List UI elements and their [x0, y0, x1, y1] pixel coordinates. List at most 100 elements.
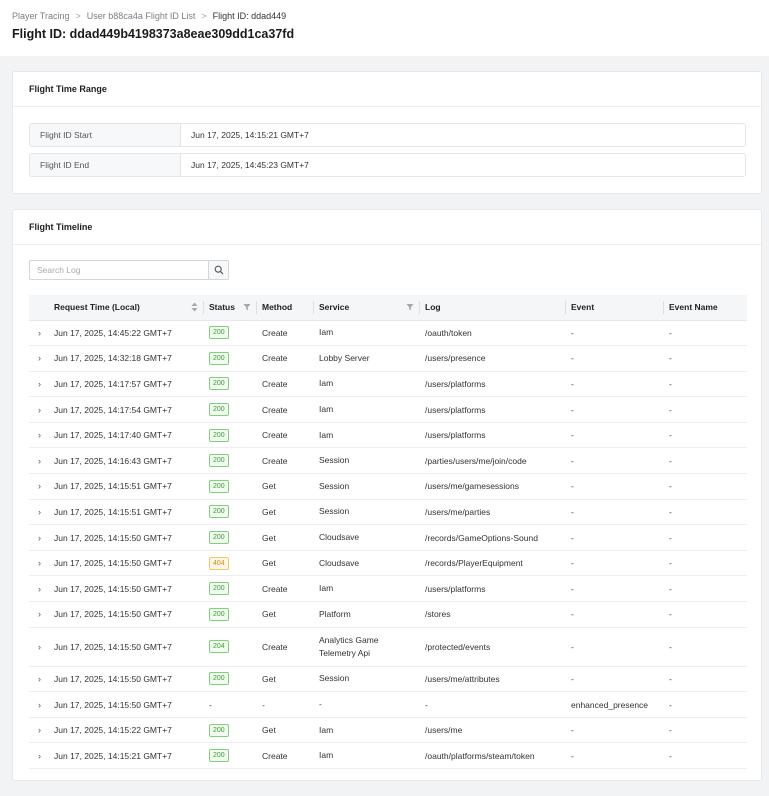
flight-time-range-title: Flight Time Range — [13, 72, 761, 107]
service-cell: Session — [314, 447, 420, 475]
expand-row-chevron-icon[interactable]: › — [34, 558, 41, 568]
status-badge: 200 — [209, 582, 229, 596]
breadcrumb: Player Tracing > User b88ca4a Flight ID Li… — [12, 11, 286, 21]
method-cell: Get — [257, 473, 314, 500]
request-time-cell: Jun 17, 2025, 14:16:43 GMT+7 — [49, 447, 204, 475]
event-cell: - — [566, 499, 664, 526]
search-input[interactable] — [29, 260, 209, 280]
table-row[interactable]: › Jun 17, 2025, 14:15:21 GMT+7 200 Create Ia… — [29, 742, 747, 769]
expand-row-chevron-icon[interactable]: › — [34, 642, 41, 652]
search-button[interactable] — [209, 260, 229, 280]
request-time-cell: Jun 17, 2025, 14:15:51 GMT+7 — [49, 499, 204, 526]
status-cell: 200 — [204, 473, 257, 500]
expand-row-chevron-icon[interactable]: › — [34, 405, 41, 415]
event-name-cell: - — [664, 499, 747, 526]
table-row[interactable]: › Jun 17, 2025, 14:16:43 GMT+7 200 Create Se… — [29, 447, 747, 475]
status-badge: 404 — [209, 556, 229, 570]
status-cell: 200 — [204, 666, 257, 693]
column-header-service[interactable]: Service — [314, 295, 420, 321]
search-icon — [214, 265, 223, 275]
request-time-cell: Jun 17, 2025, 14:15:50 GMT+7 — [49, 550, 204, 577]
method-cell: Create — [257, 422, 314, 449]
event-cell: - — [566, 666, 664, 693]
status-cell: 200 — [204, 447, 257, 475]
service-cell: Session — [314, 473, 420, 500]
table-header-row: Request Time (Local) Status Method Servi… — [29, 295, 747, 321]
status-cell: 200 — [204, 320, 257, 347]
event-cell: - — [566, 627, 664, 667]
table-row[interactable]: › Jun 17, 2025, 14:15:50 GMT+7 200 Create Ia… — [29, 575, 747, 603]
table-row[interactable]: › Jun 17, 2025, 14:15:50 GMT+7 200 Get Cloud… — [29, 524, 747, 551]
event-cell: - — [566, 422, 664, 449]
table-row[interactable]: › Jun 17, 2025, 14:32:18 GMT+7 200 Create Lo… — [29, 345, 747, 372]
expand-row-chevron-icon[interactable]: › — [34, 725, 41, 735]
request-time-cell: Jun 17, 2025, 14:32:18 GMT+7 — [49, 345, 204, 372]
status-badge: 200 — [209, 377, 229, 391]
table-row[interactable]: › Jun 17, 2025, 14:15:51 GMT+7 200 Get Sessi… — [29, 499, 747, 526]
status-badge: 200 — [209, 454, 229, 468]
status-cell: 200 — [204, 499, 257, 526]
table-row[interactable]: › Jun 17, 2025, 14:15:50 GMT+7 404 Get Cloud… — [29, 550, 747, 577]
breadcrumb-item-flight-id-list[interactable]: User b88ca4a Flight ID List — [87, 11, 196, 21]
column-header-label: Log — [425, 302, 441, 313]
column-header-request-time[interactable]: Request Time (Local) — [49, 295, 204, 321]
status-badge: 200 — [209, 607, 229, 621]
service-cell: Iam — [314, 422, 420, 449]
request-time-cell: Jun 17, 2025, 14:15:50 GMT+7 — [49, 627, 204, 667]
expand-row-chevron-icon[interactable]: › — [34, 430, 41, 440]
method-cell: Create — [257, 371, 314, 398]
request-time-cell: Jun 17, 2025, 14:15:50 GMT+7 — [49, 601, 204, 628]
event-name-cell: - — [664, 666, 747, 693]
method-cell: Create — [257, 742, 314, 769]
service-cell: Iam — [314, 742, 420, 769]
expand-row-chevron-icon[interactable]: › — [34, 353, 41, 363]
table-row[interactable]: › Jun 17, 2025, 14:15:51 GMT+7 200 Get Sessi… — [29, 473, 747, 500]
expand-row-chevron-icon[interactable]: › — [34, 533, 41, 543]
event-name-cell: - — [664, 422, 747, 449]
request-time-cell: Jun 17, 2025, 14:15:50 GMT+7 — [49, 575, 204, 603]
expand-row-chevron-icon[interactable]: › — [34, 751, 41, 761]
method-cell: Get — [257, 717, 314, 744]
table-row[interactable]: › Jun 17, 2025, 14:15:50 GMT+7- - - - enhance… — [29, 691, 747, 718]
service-cell: Lobby Server — [314, 345, 420, 372]
filter-icon[interactable] — [243, 303, 251, 311]
log-cell: /users/platforms — [420, 371, 566, 398]
expand-row-chevron-icon[interactable]: › — [34, 507, 41, 517]
status-badge: 204 — [209, 640, 229, 654]
status-cell: 200 — [204, 345, 257, 372]
log-cell: /users/me/gamesessions — [420, 473, 566, 500]
service-cell: Session — [314, 666, 420, 693]
log-cell: /oauth/token — [420, 320, 566, 347]
event-cell: - — [566, 575, 664, 603]
table-row[interactable]: › Jun 17, 2025, 14:15:50 GMT+7 200 Get Sessi… — [29, 666, 747, 693]
breadcrumb-item-player-tracing[interactable]: Player Tracing — [12, 11, 70, 21]
event-name-cell: - — [664, 524, 747, 551]
filter-icon[interactable] — [406, 303, 414, 311]
table-row[interactable]: › Jun 17, 2025, 14:17:57 GMT+7 200 Create Ia… — [29, 371, 747, 398]
table-row[interactable]: › Jun 17, 2025, 14:17:40 GMT+7 200 Create Ia… — [29, 422, 747, 449]
log-cell: /users/me — [420, 717, 566, 744]
expand-row-chevron-icon[interactable]: › — [34, 456, 41, 466]
table-row[interactable]: › Jun 17, 2025, 14:15:22 GMT+7 200 Get Iam/u… — [29, 717, 747, 744]
column-header-status[interactable]: Status — [204, 295, 257, 321]
column-header-label: Status — [209, 302, 235, 313]
table-row[interactable]: › Jun 17, 2025, 14:17:54 GMT+7 200 Create Ia… — [29, 396, 747, 423]
sort-icon[interactable] — [191, 302, 198, 312]
event-name-cell: - — [664, 691, 747, 718]
expand-row-chevron-icon[interactable]: › — [34, 584, 41, 594]
event-name-cell: - — [664, 742, 747, 769]
expand-row-chevron-icon[interactable]: › — [34, 674, 41, 684]
expand-row-chevron-icon[interactable]: › — [34, 379, 41, 389]
service-cell: Iam — [314, 717, 420, 744]
table-row[interactable]: › Jun 17, 2025, 14:15:50 GMT+7 204 Create An… — [29, 627, 747, 667]
request-time-cell: Jun 17, 2025, 14:15:50 GMT+7 — [49, 524, 204, 551]
expand-row-chevron-icon[interactable]: › — [34, 700, 41, 710]
expand-row-chevron-icon[interactable]: › — [34, 328, 41, 338]
table-row[interactable]: › Jun 17, 2025, 14:45:22 GMT+7 200 Create Ia… — [29, 320, 747, 347]
flight-time-range-card: Flight Time Range Flight ID Start Jun 17… — [12, 71, 762, 194]
expand-row-chevron-icon[interactable]: › — [34, 609, 41, 619]
status-cell: - — [204, 691, 257, 718]
table-row[interactable]: › Jun 17, 2025, 14:15:50 GMT+7 200 Get Platf… — [29, 601, 747, 628]
breadcrumb-item-current: Flight ID: ddad449 — [212, 11, 287, 21]
expand-row-chevron-icon[interactable]: › — [34, 481, 41, 491]
